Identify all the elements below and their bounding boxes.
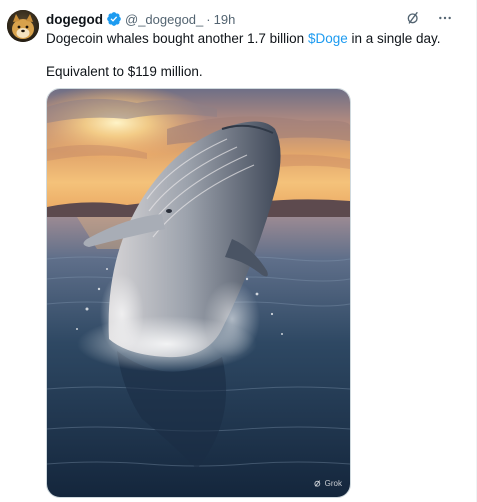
header-actions [404, 9, 454, 27]
tweet-text-line1: Dogecoin whales bought another 1.7 billi… [46, 30, 441, 47]
watermark-label: Grok [324, 479, 342, 488]
doge-avatar-image [7, 10, 39, 42]
media-watermark: Grok [313, 479, 342, 488]
author-handle[interactable]: @_dogegod_ [125, 12, 203, 27]
more-icon[interactable] [436, 9, 454, 27]
whale-sunset-image [47, 89, 350, 497]
timestamp[interactable]: 19h [214, 12, 236, 27]
cashtag-link[interactable]: $Doge [308, 31, 348, 46]
tweet-card[interactable]: dogegod @_dogegod_ · 19h Dogecoin whales [0, 0, 477, 502]
separator-dot: · [206, 11, 211, 27]
tweet-header: dogegod @_dogegod_ · 19h [46, 9, 235, 29]
tweet-media-image[interactable]: Grok [46, 88, 351, 498]
avatar[interactable] [7, 10, 39, 42]
tweet-text-after: in a single day. [347, 31, 441, 46]
tweet-text-before: Dogecoin whales bought another 1.7 billi… [46, 31, 308, 46]
verified-badge-icon[interactable] [106, 11, 122, 27]
grok-icon[interactable] [404, 9, 422, 27]
tweet-text-line2: Equivalent to $119 million. [46, 64, 203, 79]
grok-watermark-icon [314, 480, 320, 487]
display-name[interactable]: dogegod [46, 12, 103, 27]
